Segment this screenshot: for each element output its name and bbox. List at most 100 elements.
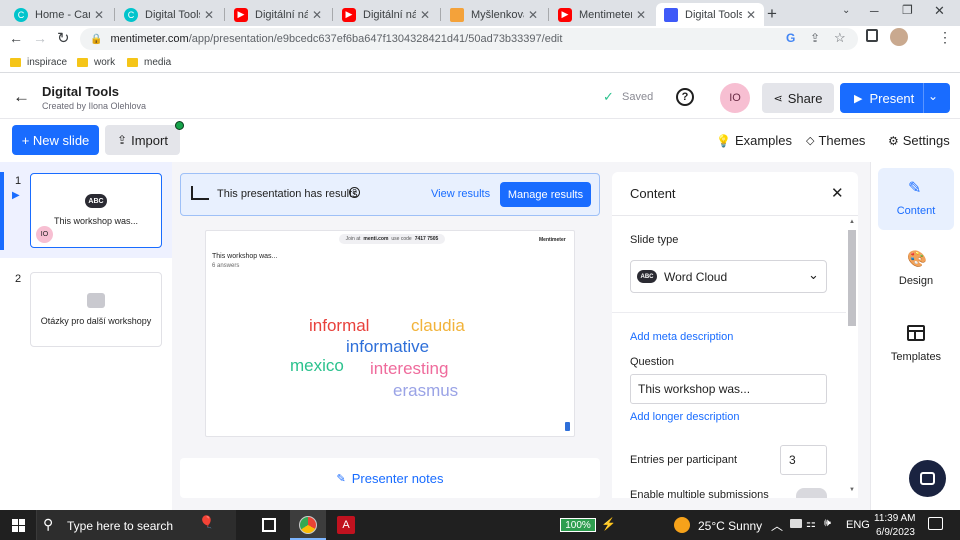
reload-icon[interactable]: ↻ [57, 29, 70, 47]
settings-button[interactable]: ⚙ Settings [888, 133, 950, 148]
battery-icon[interactable] [790, 519, 802, 528]
themes-button[interactable]: ◇ Themes [806, 133, 865, 148]
close-icon[interactable]: ✕ [746, 8, 756, 22]
chrome-taskbar-item[interactable] [290, 510, 326, 540]
panel-title: Content [630, 186, 676, 201]
import-button[interactable]: ⇪ Import [105, 125, 180, 155]
close-icon[interactable]: ✕ [312, 8, 322, 22]
slide-label: Otázky pro další workshopy [40, 316, 152, 326]
slide-type-select[interactable]: ABC Word Cloud ⌄ [630, 260, 827, 293]
word-cloud-icon: ABC [85, 194, 107, 208]
button-divider [923, 83, 924, 113]
info-icon[interactable]: ? [349, 187, 360, 198]
close-icon[interactable]: ✕ [420, 8, 430, 22]
clock-time[interactable]: 11:39 AM [874, 513, 916, 524]
notification-dot [175, 121, 184, 130]
question-input[interactable]: This workshop was... [630, 374, 827, 404]
join-banner: Join at menti.com use code 7417 7505 [339, 234, 445, 244]
network-icon[interactable]: ⚏ [806, 517, 816, 530]
bookmark-inspirace[interactable]: inspirace [10, 57, 67, 68]
browser-tab[interactable]: ▶ Digitální nástr ✕ [226, 3, 330, 26]
help-icon[interactable]: ? [676, 88, 694, 106]
browser-tab[interactable]: C Digital Tools - M ✕ [116, 3, 222, 26]
share-button[interactable]: ⋖ Share [762, 83, 834, 113]
slide-thumbnail[interactable]: Otázky pro další workshopy [30, 272, 162, 347]
sidebar-item-content[interactable]: ✎ Content [878, 168, 954, 230]
present-button[interactable]: ▶ Present ⌄ [840, 83, 950, 113]
bookmark-media[interactable]: media [127, 57, 171, 68]
word-claudia: claudia [411, 316, 465, 335]
play-icon: ▶ [854, 92, 863, 105]
add-meta-link[interactable]: Add meta description [630, 331, 733, 343]
slide-label: This workshop was... [53, 216, 139, 226]
address-bar[interactable]: 🔒 mentimeter.com/app/presentation/e9bced… [80, 28, 858, 50]
browser-tab[interactable]: ▶ Mentimeter in ✕ [550, 3, 654, 26]
content-panel: Content ✕ Slide type ABC Word Cloud ⌄ Ad… [612, 172, 858, 498]
forward-icon[interactable]: → [33, 30, 47, 46]
close-icon[interactable]: ✕ [831, 184, 844, 202]
chrome-icon [299, 516, 317, 534]
tab-search-icon[interactable]: ⌄ [842, 5, 850, 16]
scrollbar-thumb[interactable] [848, 230, 856, 326]
language-indicator[interactable]: ENG [846, 519, 870, 531]
tab-divider [224, 8, 225, 21]
slide-thumbnail[interactable]: ABC This workshop was... IO [30, 173, 162, 248]
sidebar-item-design[interactable]: 🎨 Design [878, 240, 954, 302]
browser-tab[interactable]: ▶ Digitální nástr ✕ [334, 3, 438, 26]
volume-icon[interactable]: 🕪 [824, 517, 831, 530]
share-page-icon[interactable]: ⇪ [810, 31, 820, 45]
manage-results-button[interactable]: Manage results [500, 182, 591, 207]
back-icon[interactable]: ← [9, 30, 23, 46]
folder-icon [10, 58, 21, 67]
browser-tab[interactable]: C Home - Canva ✕ [6, 3, 112, 26]
window-close-icon[interactable]: ✕ [934, 3, 945, 19]
windows-start-icon[interactable] [12, 519, 25, 532]
open-ended-icon [87, 293, 105, 308]
browser-tab-active[interactable]: Digital Tools - I ✕ [656, 3, 764, 26]
scroll-up-icon[interactable]: ▲ [849, 219, 855, 225]
notification-icon[interactable] [928, 517, 943, 530]
sidepanel-icon[interactable] [866, 29, 878, 42]
folder-icon [77, 58, 88, 67]
folder-icon [127, 58, 138, 67]
minimize-icon[interactable]: ─ [870, 4, 879, 18]
bookmark-star-icon[interactable]: ☆ [834, 30, 846, 46]
back-arrow-icon[interactable]: ← [13, 87, 30, 107]
preview-question: This workshop was... [212, 253, 278, 260]
slide-preview[interactable]: Join at menti.com use code 7417 7505 Men… [205, 230, 575, 437]
weather-text[interactable]: 25°C Sunny [698, 519, 762, 533]
presenter-notes-button[interactable]: ✎ Presenter notes [180, 458, 600, 498]
scrollbar-track[interactable]: ▲ ▼ [846, 216, 858, 498]
task-view-icon[interactable] [262, 518, 276, 532]
restore-icon[interactable]: ❐ [902, 3, 913, 17]
close-icon[interactable]: ✕ [204, 8, 214, 22]
user-avatar[interactable]: IO [720, 83, 750, 113]
view-results-link[interactable]: View results [431, 188, 490, 200]
gear-icon: ⚙ [888, 133, 899, 148]
presentation-title[interactable]: Digital Tools [42, 84, 119, 99]
tray-chevron-icon[interactable]: ︿ [771, 517, 783, 534]
google-icon[interactable]: G [786, 31, 795, 45]
menu-icon[interactable]: ⋮ [938, 29, 952, 46]
bookmark-work[interactable]: work [77, 57, 115, 68]
scroll-down-icon[interactable]: ▼ [849, 487, 855, 493]
profile-avatar[interactable] [890, 28, 908, 46]
chat-button[interactable] [909, 460, 946, 497]
taskbar-search[interactable]: ⚲ Type here to search 🎈 [36, 510, 236, 540]
examples-button[interactable]: 💡 Examples [716, 133, 792, 148]
close-icon[interactable]: ✕ [94, 8, 104, 22]
new-slide-button[interactable]: + New slide [12, 125, 99, 155]
entries-input[interactable]: 3 [780, 445, 827, 475]
chevron-down-icon[interactable]: ⌄ [928, 89, 938, 103]
sidebar-item-templates[interactable]: Templates [878, 316, 954, 378]
browser-tab[interactable]: Myšlenková M ✕ [442, 3, 546, 26]
search-highlight-icon: 🎈 [199, 515, 214, 529]
add-longer-link[interactable]: Add longer description [630, 411, 739, 423]
close-icon[interactable]: ✕ [528, 8, 538, 22]
clock-date[interactable]: 6/9/2023 [876, 527, 915, 538]
multiple-toggle[interactable] [796, 488, 827, 498]
word-interesting: interesting [370, 359, 449, 378]
pdf-reader-icon[interactable]: A [337, 516, 355, 534]
close-icon[interactable]: ✕ [636, 8, 646, 22]
new-tab-icon[interactable]: + [767, 4, 777, 24]
